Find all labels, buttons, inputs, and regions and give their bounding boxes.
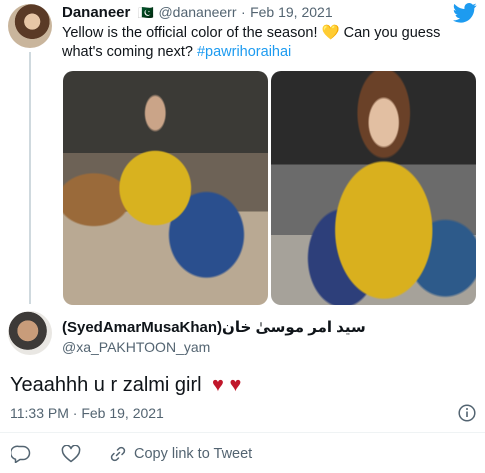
- reply-icon[interactable]: [10, 444, 32, 464]
- tweet-header: Dananeer 🇵🇰 @dananeerr · Feb 19, 2021: [62, 4, 333, 22]
- author-name[interactable]: Dananeer: [62, 4, 130, 21]
- tweet-text-line1-b: Can you guess: [339, 25, 441, 41]
- tweet-text-line1-a: Yellow is the official color of the seas…: [62, 25, 322, 41]
- reply-author-avatar[interactable]: [8, 311, 52, 355]
- tweet-photo-1[interactable]: [63, 71, 268, 305]
- reply-author-handle[interactable]: @xa_PAKHTOON_yam: [62, 339, 210, 355]
- link-icon: [108, 444, 128, 464]
- pakistan-flag-icon: 🇵🇰: [137, 5, 155, 20]
- tweet-photo-2[interactable]: [271, 71, 476, 305]
- copy-link-label: Copy link to Tweet: [134, 446, 253, 462]
- separator: ·: [240, 4, 246, 20]
- thread-connector: [29, 52, 31, 304]
- divider: [0, 432, 485, 433]
- author-avatar[interactable]: [8, 4, 52, 48]
- hashtag-link[interactable]: #pawrihoraihai: [197, 44, 291, 60]
- red-hearts-icon: ♥ ♥: [212, 374, 242, 396]
- reply-text: Yeaahhh u r zalmi girl: [10, 374, 202, 396]
- reply-author-name[interactable]: (SyedAmarMusaKhan)سید امر موسیٰ خان: [62, 318, 366, 336]
- heart-icon[interactable]: [60, 444, 82, 464]
- yellow-heart-icon: 💛: [321, 25, 340, 41]
- author-handle[interactable]: @dananeerr: [158, 4, 236, 20]
- reply-text-row: Yeaahhh u r zalmi girl ♥ ♥: [10, 374, 241, 397]
- twitter-bird-icon[interactable]: [452, 2, 478, 24]
- tweet-text: Yellow is the official color of the seas…: [62, 24, 472, 62]
- reply-timestamp[interactable]: 11:33 PM · Feb 19, 2021: [10, 405, 164, 421]
- copy-link-button[interactable]: Copy link to Tweet: [108, 444, 252, 464]
- tweet-date[interactable]: Feb 19, 2021: [250, 4, 333, 20]
- info-icon[interactable]: [457, 403, 477, 423]
- tweet-text-line2: what's coming next?: [62, 44, 197, 60]
